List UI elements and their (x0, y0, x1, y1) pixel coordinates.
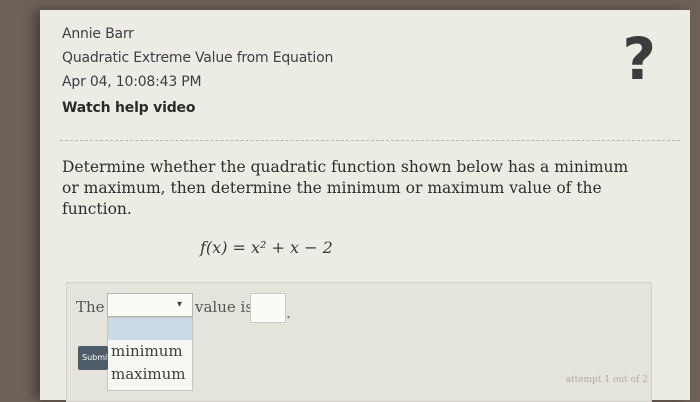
question-mark-icon[interactable]: ? (622, 30, 656, 88)
answer-middle-label: value is (195, 298, 254, 316)
value-input[interactable] (250, 293, 286, 323)
answer-prefix-label: The (76, 298, 105, 316)
dropdown-option-blank[interactable] (108, 318, 192, 340)
dropdown-option-maximum[interactable]: maximum (108, 363, 192, 386)
assignment-title: Quadratic Extreme Value from Equation (62, 50, 334, 66)
watch-help-video-link[interactable]: Watch help video (62, 96, 333, 120)
timestamp: Apr 04, 10:08:43 PM (62, 74, 202, 90)
divider (60, 140, 680, 141)
question-text: Determine whether the quadratic function… (62, 158, 629, 218)
student-name: Annie Barr (62, 26, 134, 42)
select-dropdown-list: minimum maximum (107, 317, 193, 391)
formula: f(x) = x² + x − 2 (200, 238, 333, 257)
submit-button[interactable]: Submit (78, 346, 108, 370)
dropdown-option-minimum[interactable]: minimum (108, 340, 192, 363)
question-header: Annie Barr Quadratic Extreme Value from … (62, 22, 333, 120)
answer-suffix: . (286, 304, 291, 322)
attempt-counter: attempt 1 out of 2 (565, 375, 648, 385)
chevron-down-icon[interactable]: ▾ (177, 299, 182, 310)
